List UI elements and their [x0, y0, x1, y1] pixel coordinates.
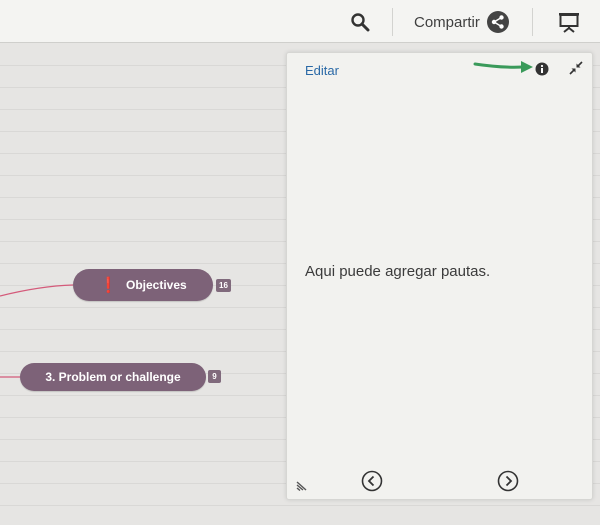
exclamation-icon: ❗	[99, 277, 118, 294]
share-icon	[486, 11, 509, 33]
collapse-icon[interactable]	[569, 61, 583, 75]
toolbar-divider	[392, 8, 393, 36]
node-label: 3. Problem or challenge	[45, 370, 181, 384]
chevron-right-circle-icon[interactable]	[497, 470, 519, 492]
child-count-badge[interactable]: 9	[208, 370, 221, 383]
chevron-left-circle-icon[interactable]	[361, 470, 383, 492]
resize-handle-icon[interactable]	[296, 477, 310, 491]
share-label: Compartir	[414, 13, 480, 31]
green-arrow	[473, 61, 533, 73]
node-objectives[interactable]: ❗ Objectives	[73, 269, 213, 301]
search-button[interactable]	[344, 6, 376, 38]
node-problem-or-challenge[interactable]: 3. Problem or challenge	[20, 363, 206, 391]
presentation-button[interactable]	[553, 6, 585, 38]
edit-link[interactable]: Editar	[305, 63, 339, 78]
search-icon	[351, 13, 370, 32]
share-button[interactable]: Compartir	[414, 6, 509, 38]
notes-body-text: Aqui puede agregar pautas.	[305, 263, 491, 280]
top-toolbar: Compartir	[0, 0, 600, 43]
toolbar-divider	[532, 8, 533, 36]
notes-panel: Editar Aqui puede agregar pautas.	[286, 52, 593, 500]
info-icon[interactable]	[535, 62, 549, 76]
presentation-icon	[559, 13, 579, 33]
child-count-badge[interactable]: 16	[216, 279, 231, 292]
node-label: Objectives	[125, 278, 187, 292]
